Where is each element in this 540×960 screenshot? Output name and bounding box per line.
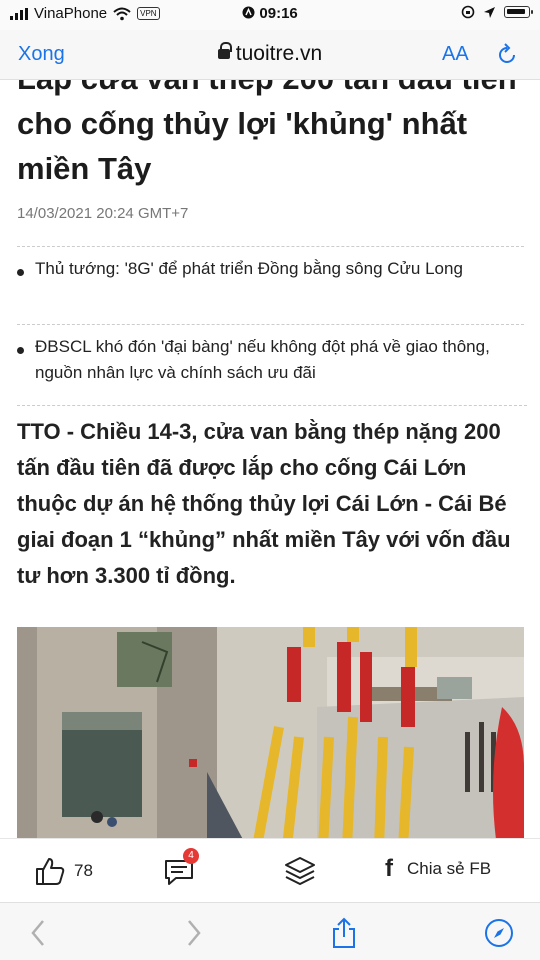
share-facebook-button[interactable]: f Chia sẻ FB	[385, 855, 491, 883]
open-in-safari-button[interactable]	[481, 915, 517, 951]
related-link[interactable]: Thủ tướng: '8G' để phát triển Đồng bằng …	[17, 246, 524, 324]
comment-button[interactable]: 4	[163, 848, 199, 887]
article-action-bar: 78 4 f Chia sẻ FB	[0, 838, 540, 902]
facebook-icon: f	[385, 855, 393, 882]
related-link-text: ĐBSCL khó đón 'đại bàng' nếu không đột p…	[35, 337, 490, 382]
compass-icon	[485, 919, 513, 947]
location-icon	[484, 6, 495, 18]
share-label: Chia sẻ FB	[407, 859, 492, 878]
alarm-icon	[242, 6, 255, 19]
status-center: 09:16	[0, 5, 540, 22]
bullet	[17, 347, 24, 354]
share-button[interactable]	[326, 915, 362, 951]
url-text: tuoitre.vn	[235, 42, 323, 65]
article-photo[interactable]	[17, 627, 524, 838]
like-count: 78	[74, 861, 93, 880]
browser-bottom-toolbar	[0, 902, 540, 960]
related-link[interactable]: ĐBSCL khó đón 'đại bàng' nếu không đột p…	[17, 324, 524, 388]
article-title: Lắp cửa van thép 200 tấn đầu tiên cho cố…	[17, 80, 517, 186]
related-link-text: Thủ tướng: '8G' để phát triển Đồng bằng …	[35, 259, 463, 278]
reload-icon[interactable]	[496, 42, 518, 66]
bullet	[17, 269, 24, 276]
article-lead: TTO - Chiều 14-3, cửa van bằng thép nặng…	[17, 405, 527, 594]
save-button[interactable]	[283, 855, 317, 887]
share-icon	[333, 917, 355, 948]
chevron-left-icon	[31, 920, 44, 946]
chevron-right-icon	[188, 920, 201, 946]
lock-icon	[217, 42, 232, 59]
battery-icon	[504, 6, 533, 18]
article-content: Lắp cửa van thép 200 tấn đầu tiên cho cố…	[0, 80, 540, 838]
back-button[interactable]	[20, 915, 56, 951]
construction-photo	[17, 627, 524, 838]
clock-time: 09:16	[259, 5, 298, 22]
forward-button[interactable]	[176, 915, 212, 951]
comment-count-badge: 4	[183, 848, 199, 864]
status-bar: VinaPhone VPN 09:16	[0, 0, 540, 30]
thumbs-up-icon	[36, 858, 65, 885]
text-size-button[interactable]: AA	[442, 43, 469, 66]
like-button[interactable]: 78	[34, 855, 93, 887]
status-right	[461, 5, 533, 19]
layers-icon	[285, 857, 315, 886]
browser-top-bar: Xong tuoitre.vn AA	[0, 30, 540, 80]
article-date: 14/03/2021 20:24 GMT+7	[17, 205, 189, 222]
rotation-lock-icon	[461, 5, 475, 19]
